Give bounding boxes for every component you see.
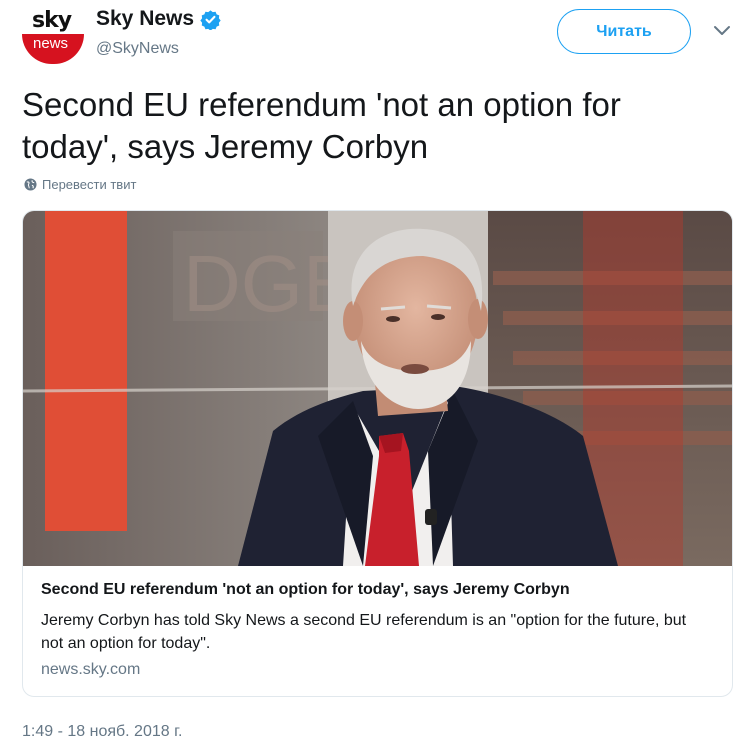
- card-image[interactable]: DGE: [23, 211, 733, 566]
- translate-tweet-link[interactable]: Перевести твит: [24, 177, 136, 192]
- account-handle[interactable]: @SkyNews: [96, 40, 179, 58]
- card-description[interactable]: Jeremy Corbyn has told Sky News a second…: [41, 609, 711, 655]
- tweet-text: Second EU referendum 'not an option for …: [22, 86, 621, 165]
- globe-icon: [24, 178, 37, 191]
- avatar[interactable]: sky news: [22, 6, 84, 64]
- account-name-row[interactable]: Sky News: [96, 7, 221, 31]
- card-title[interactable]: Second EU referendum 'not an option for …: [41, 581, 570, 599]
- translate-label[interactable]: Перевести твит: [42, 177, 136, 192]
- card-domain[interactable]: news.sky.com: [41, 661, 140, 679]
- chevron-down-icon[interactable]: [713, 25, 731, 37]
- display-name[interactable]: Sky News: [96, 7, 194, 31]
- verified-badge-icon: [200, 9, 221, 30]
- link-card[interactable]: DGE Second EU referendum 'not an option …: [22, 210, 733, 697]
- follow-button[interactable]: Читать: [557, 9, 691, 54]
- avatar-logo-sky: sky: [32, 8, 72, 33]
- avatar-logo-news: news: [33, 35, 69, 52]
- tweet-timestamp[interactable]: 1:49 - 18 нояб. 2018 г.: [22, 723, 182, 741]
